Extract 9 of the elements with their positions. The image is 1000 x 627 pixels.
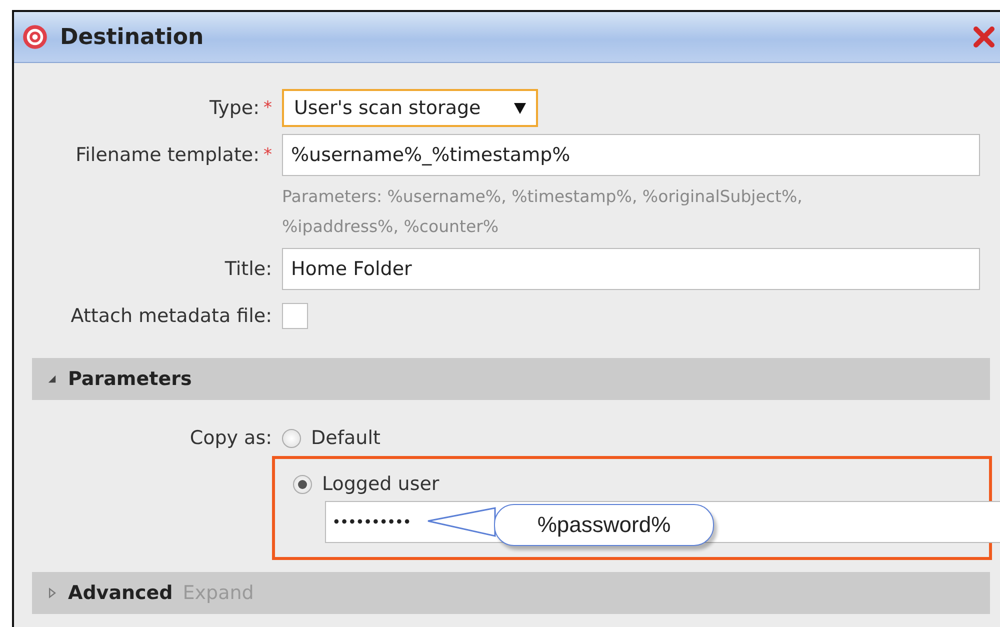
required-mark: *	[264, 145, 272, 165]
field-label: Filename template:	[76, 144, 260, 166]
field-label: Attach metadata file:	[70, 305, 272, 327]
hint-text: Parameters: %username%, %timestamp%, %originalSubject%, %ipaddress%, %counter%	[282, 186, 804, 238]
window-title: Destination	[60, 24, 205, 50]
field-label: Type:	[209, 97, 260, 119]
field-label: Title:	[224, 258, 272, 280]
field-label: Copy as:	[190, 427, 272, 449]
required-mark: *	[264, 98, 272, 118]
